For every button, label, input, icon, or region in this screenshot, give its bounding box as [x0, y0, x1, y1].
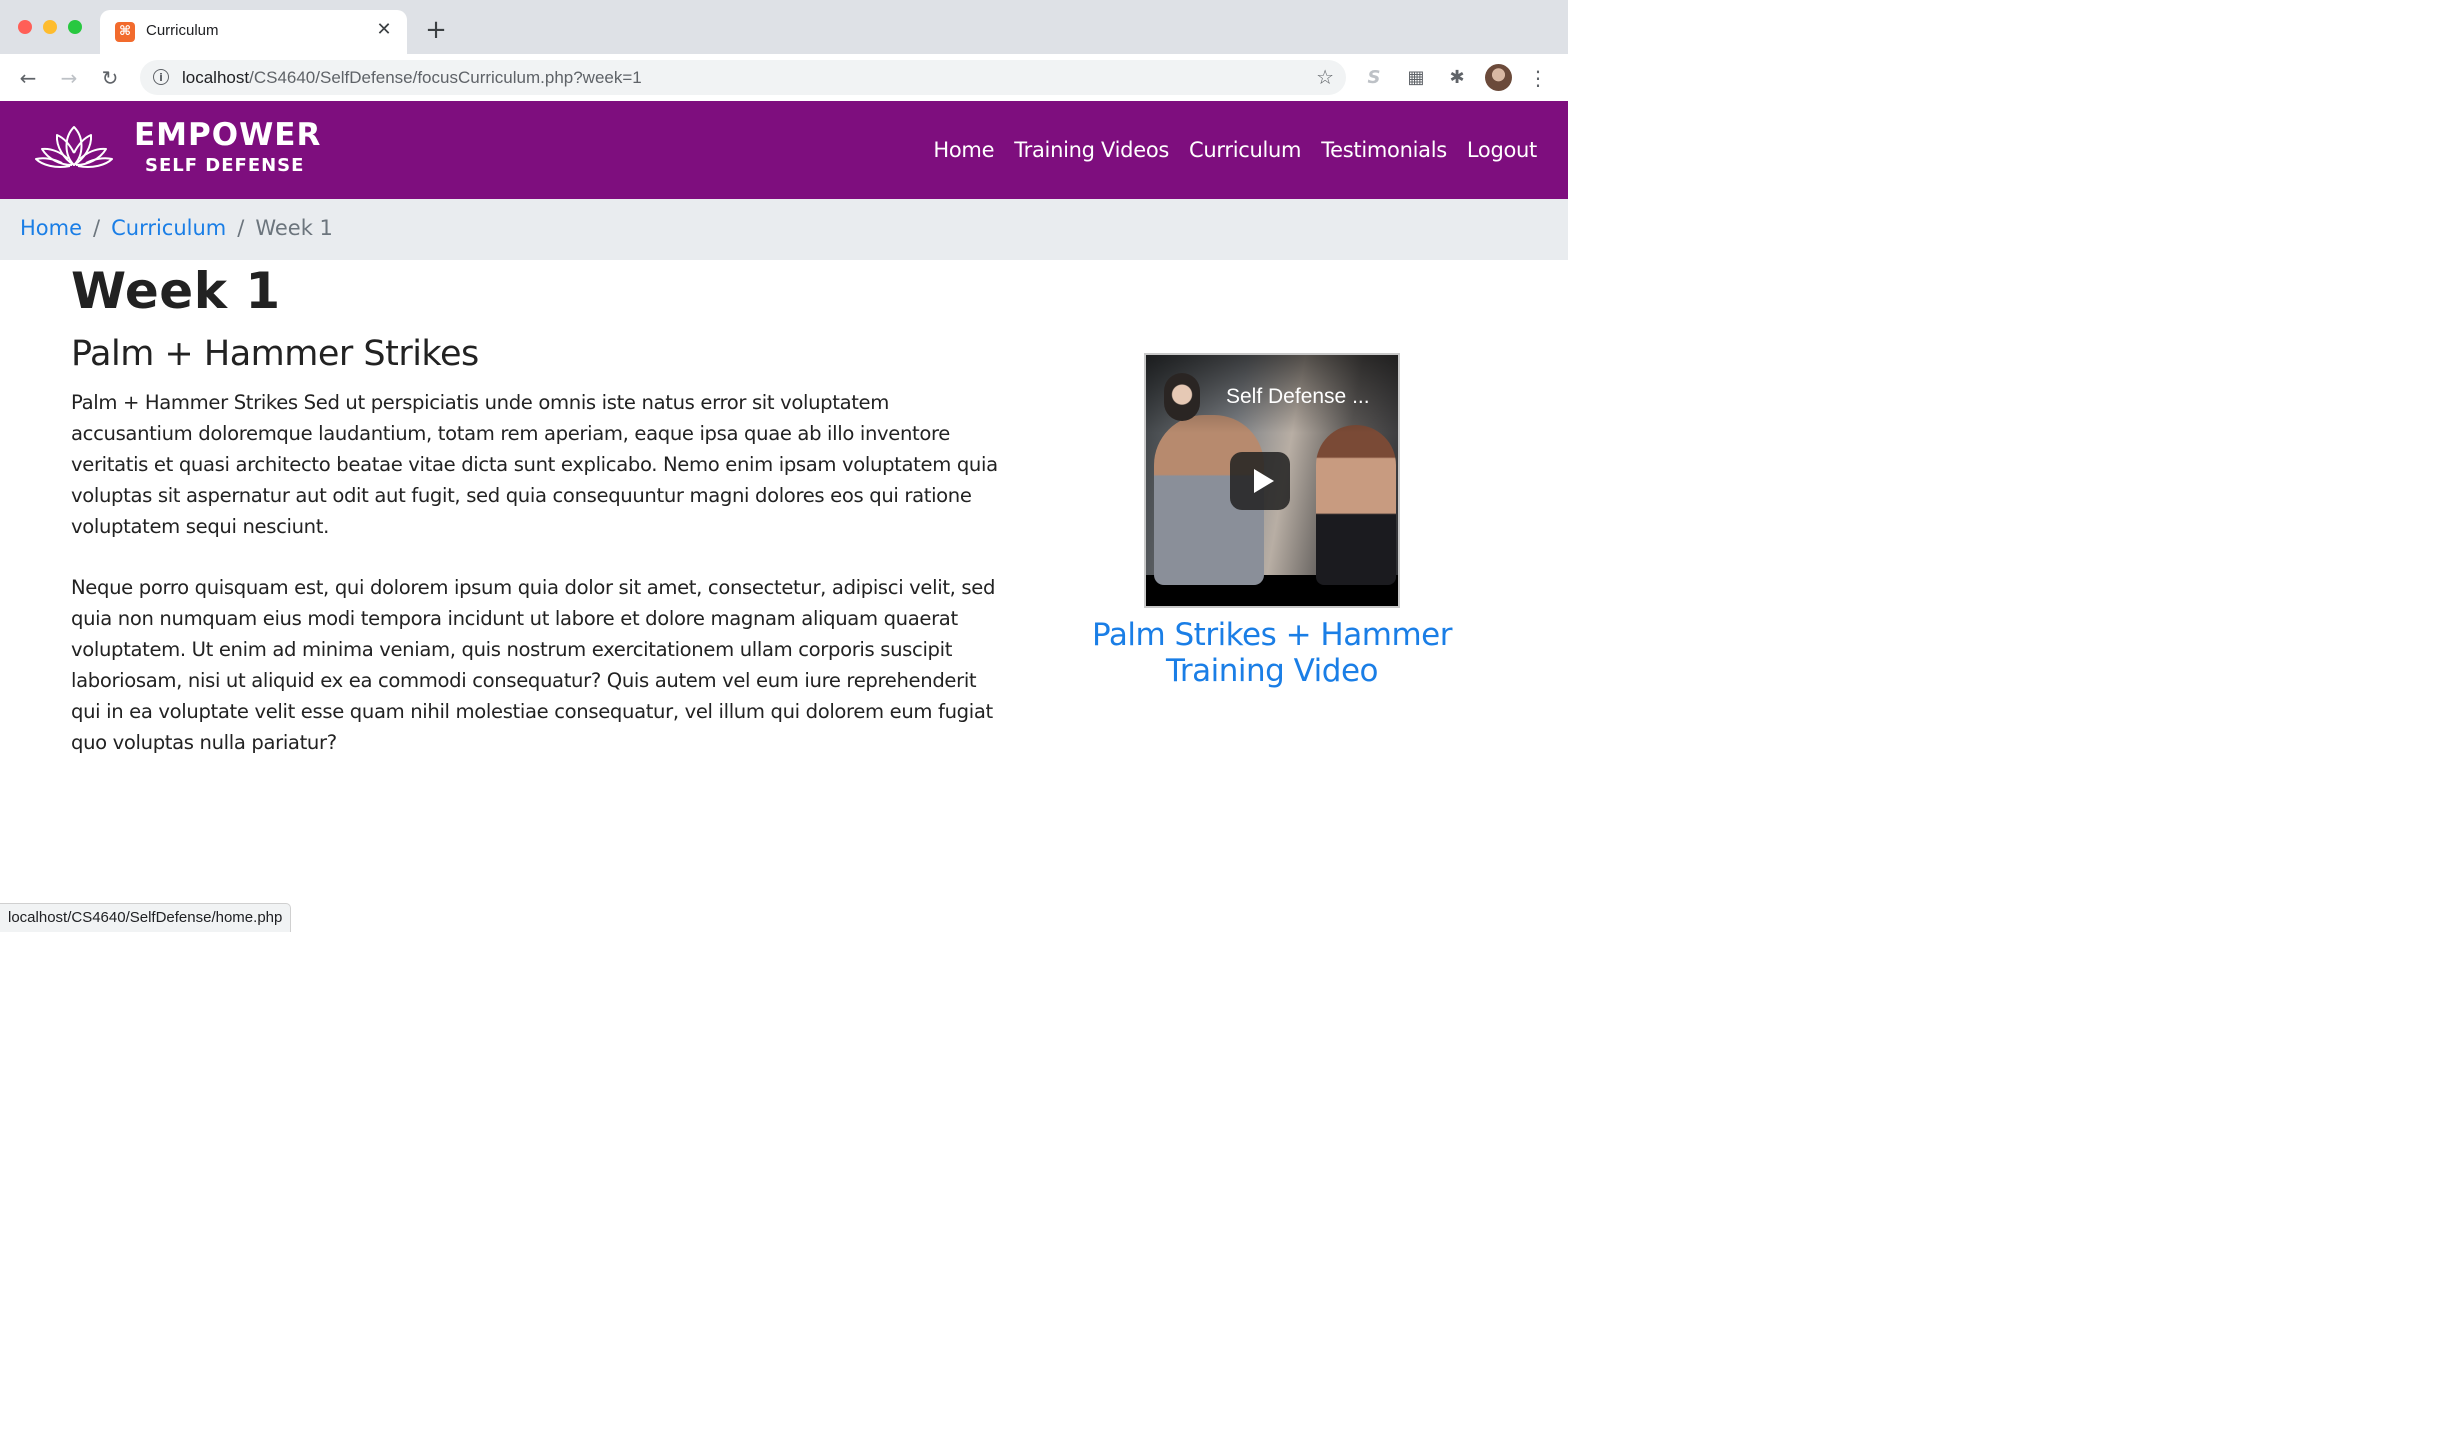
description-paragraph: Palm + Hammer Strikes Sed ut perspiciati…	[71, 391, 998, 538]
new-tab-icon[interactable]: +	[424, 17, 448, 43]
grid-extension-icon[interactable]: ▦	[1404, 66, 1428, 90]
channel-avatar[interactable]	[1164, 373, 1200, 421]
browser-menu-icon[interactable]: ⋮	[1528, 66, 1548, 90]
url-text[interactable]: localhost/CS4640/SelfDefense/focusCurric…	[182, 68, 642, 88]
maximize-window-button[interactable]	[68, 20, 82, 34]
browser-tab-curriculum[interactable]: ⌘ Curriculum ✕	[100, 10, 407, 54]
video-title-bar: Self Defense ...	[1146, 355, 1398, 433]
play-icon	[1254, 469, 1274, 493]
brand-name[interactable]: EMPOWER	[134, 117, 321, 153]
video-caption-link[interactable]: Palm Strikes + Hammer Training Video	[1090, 617, 1454, 689]
xampp-icon: ⌘	[115, 22, 135, 42]
nav-training-videos[interactable]: Training Videos	[1004, 138, 1179, 162]
nav-curriculum[interactable]: Curriculum	[1179, 138, 1311, 162]
lotus-icon[interactable]	[34, 123, 114, 171]
main-nav: Home Training Videos Curriculum Testimon…	[923, 138, 1537, 162]
browser-toolbar: ← → ↻ i localhost/CS4640/SelfDefense/foc…	[0, 54, 1568, 101]
extension-icon[interactable]: S	[1362, 66, 1386, 90]
breadcrumb-separator: /	[93, 216, 101, 240]
nav-testimonials[interactable]: Testimonials	[1311, 138, 1457, 162]
bookmark-star-icon[interactable]: ☆	[1316, 65, 1334, 89]
puzzle-extensions-icon[interactable]: ✱	[1445, 66, 1469, 90]
breadcrumb-separator: /	[237, 216, 245, 240]
reload-icon[interactable]: ↻	[96, 64, 124, 92]
browser-tab-strip: ⌘ Curriculum ✕ +	[0, 0, 1568, 54]
page-title: Week 1	[71, 262, 281, 320]
thumbnail-figure	[1316, 425, 1396, 585]
forward-arrow-icon[interactable]: →	[55, 64, 83, 92]
url-host: localhost	[182, 68, 250, 87]
description-paragraph: Neque porro quisquam est, qui dolorem ip…	[71, 576, 996, 754]
profile-avatar[interactable]	[1485, 64, 1512, 91]
nav-logout[interactable]: Logout	[1457, 138, 1537, 162]
site-info-icon[interactable]: i	[153, 69, 169, 85]
site-navbar: EMPOWER SELF DEFENSE Home Training Video…	[0, 101, 1568, 199]
video-overlay-title[interactable]: Self Defense ...	[1226, 385, 1370, 409]
video-embed[interactable]: Self Defense ...	[1144, 353, 1400, 608]
breadcrumb-home-link[interactable]: Home	[20, 216, 82, 240]
breadcrumb-current: Week 1	[255, 216, 333, 240]
url-path: /CS4640/SelfDefense/focusCurriculum.php?…	[249, 68, 642, 87]
brand-tagline[interactable]: SELF DEFENSE	[145, 155, 304, 176]
address-bar[interactable]: i localhost/CS4640/SelfDefense/focusCurr…	[140, 60, 1346, 95]
nav-home[interactable]: Home	[923, 138, 1004, 162]
status-bar-url: localhost/CS4640/SelfDefense/home.php	[0, 903, 292, 932]
close-tab-icon[interactable]: ✕	[373, 19, 395, 41]
play-button[interactable]	[1230, 452, 1290, 510]
breadcrumb-curriculum-link[interactable]: Curriculum	[111, 216, 226, 240]
minimize-window-button[interactable]	[43, 20, 57, 34]
close-window-button[interactable]	[18, 20, 32, 34]
breadcrumb: Home / Curriculum / Week 1	[0, 199, 1568, 260]
section-title: Palm + Hammer Strikes	[71, 334, 479, 374]
back-arrow-icon[interactable]: ←	[14, 64, 42, 92]
tab-title: Curriculum	[146, 22, 219, 39]
